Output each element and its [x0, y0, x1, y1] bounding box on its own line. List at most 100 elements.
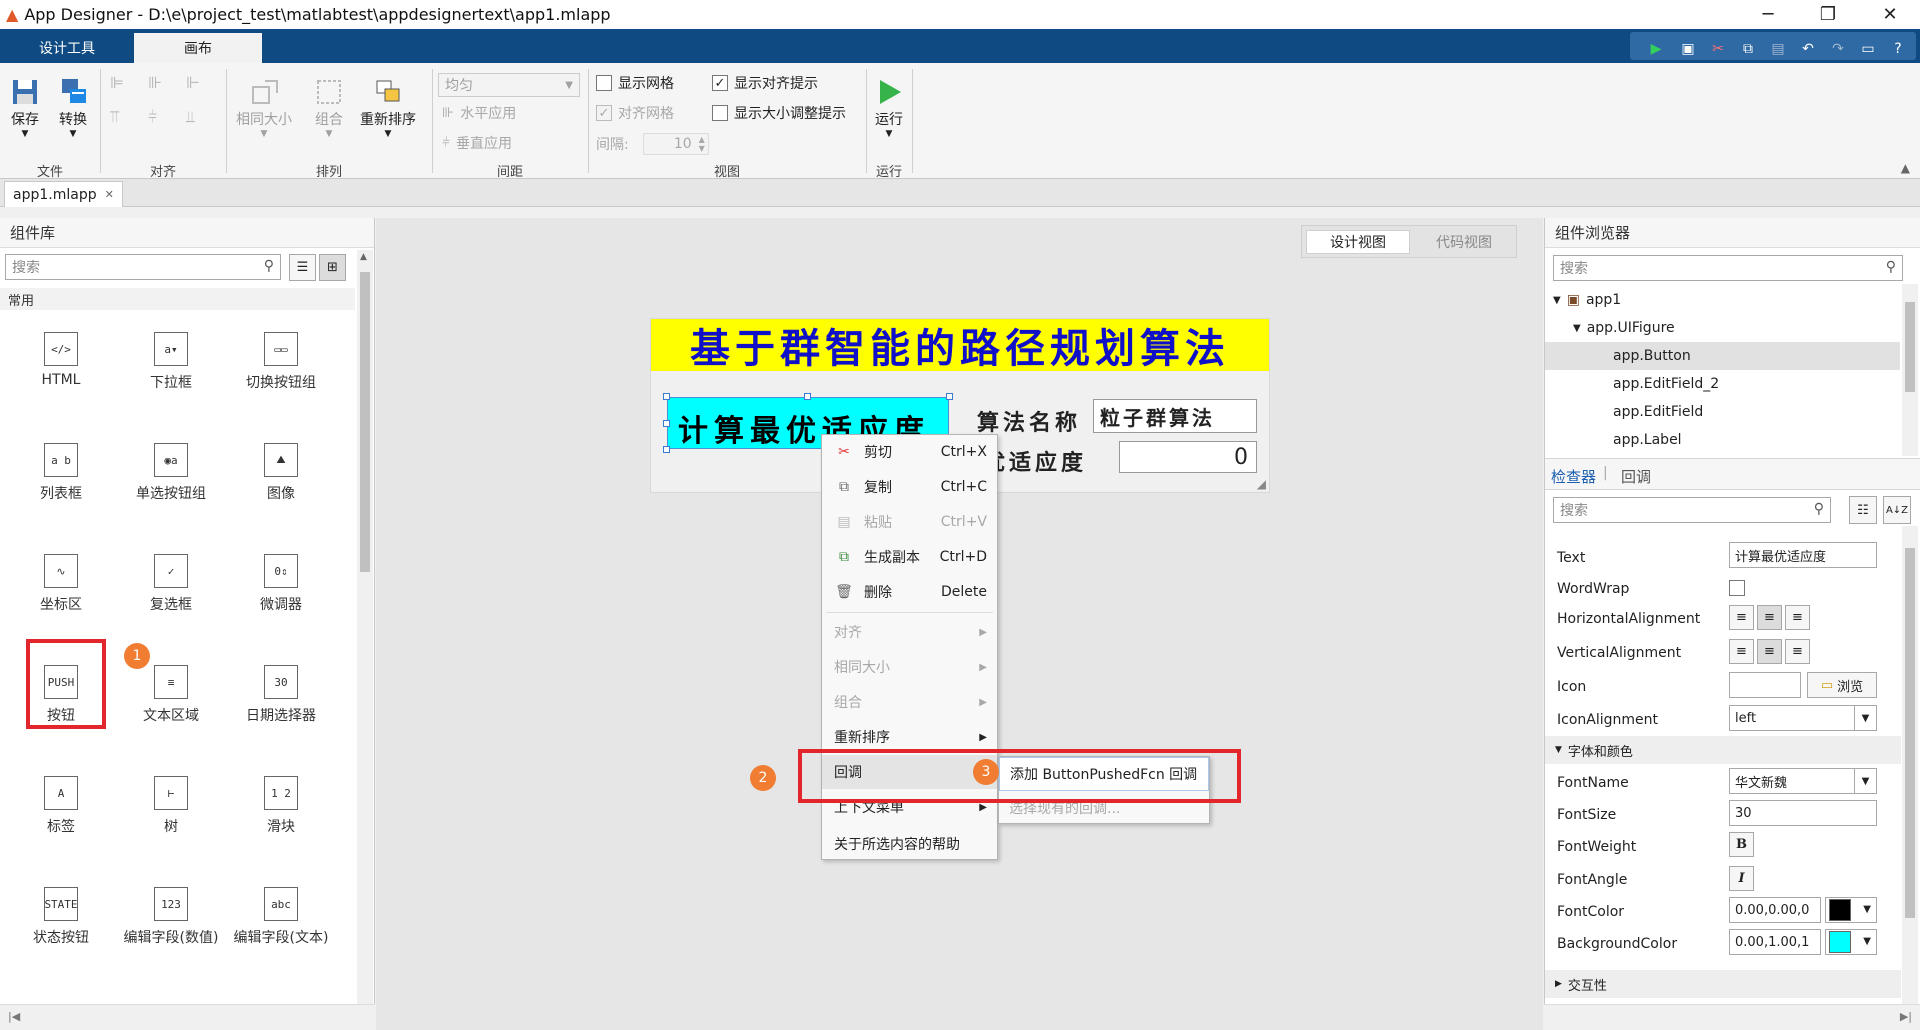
align-right-icon[interactable]: ⊩ — [186, 73, 200, 92]
prop-bgcolor-input[interactable]: 0.00,1.00,1 — [1729, 929, 1821, 955]
algo-name-field[interactable]: 粒子群算法 — [1093, 399, 1257, 433]
tab-design-view[interactable]: 设计视图 — [1306, 230, 1410, 254]
component-13[interactable]: ⊢ 树 — [116, 764, 226, 864]
grid-view-button[interactable]: ⊞ — [319, 254, 346, 281]
menu-item-4[interactable]: 🗑 删除 Delete — [822, 575, 997, 609]
tree-node-app1[interactable]: ▼ ▣ app1 — [1545, 286, 1900, 314]
bgcolor-picker[interactable]: ▼ — [1825, 929, 1877, 955]
browse-button[interactable]: ▭ 浏览 — [1807, 672, 1877, 698]
group-view-button[interactable]: ☷ — [1849, 496, 1877, 524]
show-align-hints-checkbox[interactable]: ✓ 显示对齐提示 — [712, 73, 818, 93]
component-14[interactable]: 1 2 滑块 — [226, 764, 336, 864]
menu-item-0[interactable]: ✂ 剪切 Ctrl+X — [822, 435, 997, 469]
save-button[interactable]: 保存 ▼ — [8, 75, 42, 139]
align-middle-icon[interactable]: ⫩ — [148, 107, 157, 127]
horizontal-apply-button[interactable]: ⊪ 水平应用 — [442, 103, 516, 123]
menu-item-7[interactable]: 组合 ▶ — [822, 685, 997, 719]
tab-design-tools[interactable]: 设计工具 — [12, 33, 122, 63]
doc-tab-app1[interactable]: app1.mlapp ✕ — [4, 181, 123, 207]
inspector-search-input[interactable]: 搜索 ⚲ — [1553, 497, 1831, 523]
copy-icon[interactable]: ⧉ — [1736, 38, 1760, 60]
menu-item-11[interactable]: 关于所选内容的帮助 — [822, 827, 997, 861]
valign-middle-button[interactable]: ≡ — [1757, 639, 1782, 664]
convert-button[interactable]: 转换 ▼ — [56, 75, 90, 139]
italic-button[interactable]: I — [1729, 866, 1754, 891]
valign-top-button[interactable]: ≡ — [1729, 639, 1754, 664]
help-icon[interactable]: ? — [1886, 38, 1910, 60]
tab-inspector[interactable]: 检查器 — [1551, 466, 1596, 487]
bold-button[interactable]: B — [1729, 832, 1754, 857]
component-17[interactable]: abc 编辑字段(文本) — [226, 875, 336, 975]
component-8[interactable]: 0⇕ 微调器 — [226, 542, 336, 642]
prop-fontcolor-input[interactable]: 0.00,0.00,0 — [1729, 897, 1821, 923]
prop-wordwrap-checkbox[interactable] — [1729, 580, 1745, 596]
interactivity-section[interactable]: ▶ 交互性 — [1545, 970, 1901, 998]
group-button[interactable]: 组合 ▼ — [312, 75, 346, 139]
font-color-section[interactable]: ▼ 字体和颜色 — [1545, 736, 1901, 764]
component-7[interactable]: ✓ 复选框 — [116, 542, 226, 642]
close-window-button[interactable]: ✕ — [1862, 0, 1918, 29]
fontcolor-picker[interactable]: ▼ — [1825, 897, 1877, 923]
snap-grid-checkbox[interactable]: ✓ 对齐网格 — [596, 103, 674, 123]
show-resize-hints-checkbox[interactable]: 显示大小调整提示 — [712, 103, 846, 123]
halign-left-button[interactable]: ≡ — [1729, 605, 1754, 630]
menu-item-2[interactable]: ▤ 粘贴 Ctrl+V — [822, 505, 997, 539]
cut-icon[interactable]: ✂ — [1706, 38, 1730, 60]
inspector-scrollbar[interactable] — [1902, 526, 1918, 1026]
component-4[interactable]: ◉a 单选按钮组 — [116, 431, 226, 531]
prop-text-input[interactable]: 计算最优适应度 — [1729, 542, 1877, 568]
reorder-button[interactable]: 重新排序 ▼ — [360, 75, 416, 139]
tab-callbacks[interactable]: 回调 — [1621, 466, 1651, 487]
best-fitness-field[interactable]: 0 — [1119, 441, 1257, 473]
tree-node-uifigure[interactable]: ▼ app.UIFigure — [1545, 314, 1900, 342]
halign-right-button[interactable]: ≡ — [1785, 605, 1810, 630]
run-icon[interactable]: ▶ — [1644, 38, 1668, 60]
sort-az-button[interactable]: A↓Z — [1883, 496, 1911, 524]
vertical-apply-button[interactable]: ⫩ 垂直应用 — [442, 133, 512, 153]
save-icon[interactable]: ▣ — [1676, 38, 1700, 60]
interval-spinner[interactable]: 10 ▲ ▼ — [642, 133, 709, 155]
tab-code-view[interactable]: 代码视图 — [1412, 230, 1516, 254]
same-size-button[interactable]: 相同大小 ▼ — [236, 75, 292, 139]
align-center-icon[interactable]: ⊪ — [148, 73, 162, 92]
undo-icon[interactable]: ↶ — [1796, 38, 1820, 60]
tree-node-editfield-2[interactable]: app.EditField_2 — [1545, 370, 1900, 398]
component-16[interactable]: 123 编辑字段(数值) — [116, 875, 226, 975]
halign-center-button[interactable]: ≡ — [1757, 605, 1782, 630]
algo-name-label[interactable]: 算法名称 — [977, 405, 1081, 437]
close-tab-icon[interactable]: ✕ — [105, 188, 114, 201]
paste-icon[interactable]: ▤ — [1766, 38, 1790, 60]
distribute-select[interactable]: 均匀 ▼ — [438, 73, 580, 97]
minimize-button[interactable]: ─ — [1740, 0, 1796, 29]
restore-button[interactable]: ❐ — [1800, 0, 1856, 29]
library-scrollbar[interactable]: ▲ ▼ — [357, 250, 373, 1030]
valign-bottom-button[interactable]: ≡ — [1785, 639, 1810, 664]
component-5[interactable]: ⛰ 图像 — [226, 431, 336, 531]
component-2[interactable]: ▭▭ 切换按钮组 — [226, 320, 336, 420]
run-button[interactable]: 运行 ▼ — [872, 75, 906, 139]
tree-node-label[interactable]: app.Label — [1545, 426, 1900, 454]
prop-fontsize-input[interactable]: 30 — [1729, 800, 1877, 826]
tree-node-editfield[interactable]: app.EditField — [1545, 398, 1900, 426]
redo-icon[interactable]: ↷ — [1826, 38, 1850, 60]
app-title-label[interactable]: 基于群智能的路径规划算法 — [651, 319, 1269, 372]
show-grid-checkbox[interactable]: 显示网格 — [596, 73, 674, 93]
collapse-ribbon-icon[interactable]: ▲ — [1901, 161, 1910, 175]
browser-search-input[interactable]: 搜索 ⚲ — [1553, 255, 1903, 281]
component-15[interactable]: STATE 状态按钮 — [6, 875, 116, 975]
list-view-button[interactable]: ☰ — [289, 254, 316, 281]
component-1[interactable]: a▾ 下拉框 — [116, 320, 226, 420]
component-6[interactable]: ∿ 坐标区 — [6, 542, 116, 642]
menu-item-3[interactable]: ⧉ 生成副本 Ctrl+D — [822, 540, 997, 574]
minimize-ribbon-icon[interactable]: ▭ — [1856, 38, 1880, 60]
resize-grip-icon[interactable]: ◢ — [1257, 477, 1266, 491]
component-0[interactable]: </> HTML — [6, 320, 116, 420]
library-search-input[interactable]: 搜索 ⚲ — [5, 254, 281, 280]
tree-scrollbar[interactable] — [1902, 284, 1918, 456]
prop-icon-input[interactable] — [1729, 672, 1801, 698]
prop-iconalign-select[interactable]: left ▼ — [1729, 705, 1877, 731]
tab-canvas[interactable]: 画布 — [134, 33, 262, 63]
tree-node-button[interactable]: app.Button — [1545, 342, 1900, 370]
component-3[interactable]: a b 列表框 — [6, 431, 116, 531]
menu-item-6[interactable]: 相同大小 ▶ — [822, 650, 997, 684]
